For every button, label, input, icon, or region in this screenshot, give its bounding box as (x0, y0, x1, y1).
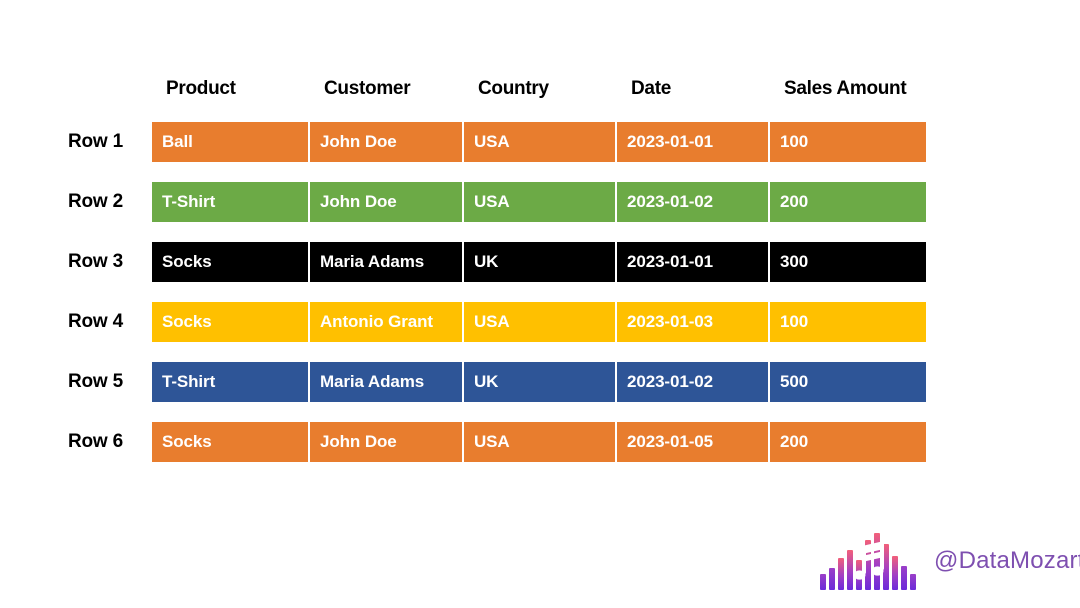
cell-sales-amount: 200 (770, 422, 926, 462)
cell-date: 2023-01-02 (617, 182, 770, 222)
column-header-customer: Customer (310, 72, 464, 106)
cell-product: Socks (152, 422, 310, 462)
cell-sales-amount: 200 (770, 182, 926, 222)
cell-product: Socks (152, 302, 310, 342)
cell-country: UK (464, 362, 617, 402)
cell-date: 2023-01-01 (617, 122, 770, 162)
table-row: Row 2 T-Shirt John Doe USA 2023-01-02 20… (0, 182, 1080, 222)
row-label: Row 3 (0, 242, 152, 282)
column-header-date: Date (617, 72, 770, 106)
row-label: Row 4 (0, 302, 152, 342)
cell-date: 2023-01-02 (617, 362, 770, 402)
cell-product: Ball (152, 122, 310, 162)
row-band: Ball John Doe USA 2023-01-01 100 (152, 122, 926, 162)
cell-customer: Maria Adams (310, 242, 464, 282)
row-band: Socks Antonio Grant USA 2023-01-03 100 (152, 302, 926, 342)
cell-country: UK (464, 242, 617, 282)
row-band: T-Shirt Maria Adams UK 2023-01-02 500 (152, 362, 926, 402)
row-band: T-Shirt John Doe USA 2023-01-02 200 (152, 182, 926, 222)
cell-sales-amount: 100 (770, 122, 926, 162)
row-band: Socks John Doe USA 2023-01-05 200 (152, 422, 926, 462)
cell-product: T-Shirt (152, 182, 310, 222)
row-label: Row 6 (0, 422, 152, 462)
header-band: Product Customer Country Date Sales Amou… (152, 72, 926, 106)
column-header-product: Product (152, 72, 310, 106)
column-header-sales-amount: Sales Amount (770, 72, 926, 106)
row-label: Row 2 (0, 182, 152, 222)
cell-customer: John Doe (310, 182, 464, 222)
row-label: Row 1 (0, 122, 152, 162)
sales-data-table: Product Customer Country Date Sales Amou… (0, 0, 1080, 500)
cell-country: USA (464, 422, 617, 462)
slide-canvas: Product Customer Country Date Sales Amou… (0, 0, 1080, 608)
cell-country: USA (464, 122, 617, 162)
table-row: Row 6 Socks John Doe USA 2023-01-05 200 (0, 422, 1080, 462)
cell-customer: Antonio Grant (310, 302, 464, 342)
row-label: Row 5 (0, 362, 152, 402)
cell-sales-amount: 500 (770, 362, 926, 402)
table-header-row: Product Customer Country Date Sales Amou… (0, 72, 1080, 106)
table-row: Row 5 T-Shirt Maria Adams UK 2023-01-02 … (0, 362, 1080, 402)
watermark: @DataMozart (818, 528, 1068, 594)
cell-date: 2023-01-05 (617, 422, 770, 462)
cell-date: 2023-01-01 (617, 242, 770, 282)
cell-country: USA (464, 182, 617, 222)
column-header-country: Country (464, 72, 617, 106)
equalizer-music-note-icon (818, 530, 922, 592)
cell-product: T-Shirt (152, 362, 310, 402)
watermark-handle: @DataMozart (934, 547, 1080, 575)
cell-customer: John Doe (310, 422, 464, 462)
cell-country: USA (464, 302, 617, 342)
cell-product: Socks (152, 242, 310, 282)
cell-customer: John Doe (310, 122, 464, 162)
table-row: Row 3 Socks Maria Adams UK 2023-01-01 30… (0, 242, 1080, 282)
cell-customer: Maria Adams (310, 362, 464, 402)
row-band: Socks Maria Adams UK 2023-01-01 300 (152, 242, 926, 282)
table-row: Row 4 Socks Antonio Grant USA 2023-01-03… (0, 302, 1080, 342)
cell-sales-amount: 100 (770, 302, 926, 342)
cell-sales-amount: 300 (770, 242, 926, 282)
table-row: Row 1 Ball John Doe USA 2023-01-01 100 (0, 122, 1080, 162)
cell-date: 2023-01-03 (617, 302, 770, 342)
